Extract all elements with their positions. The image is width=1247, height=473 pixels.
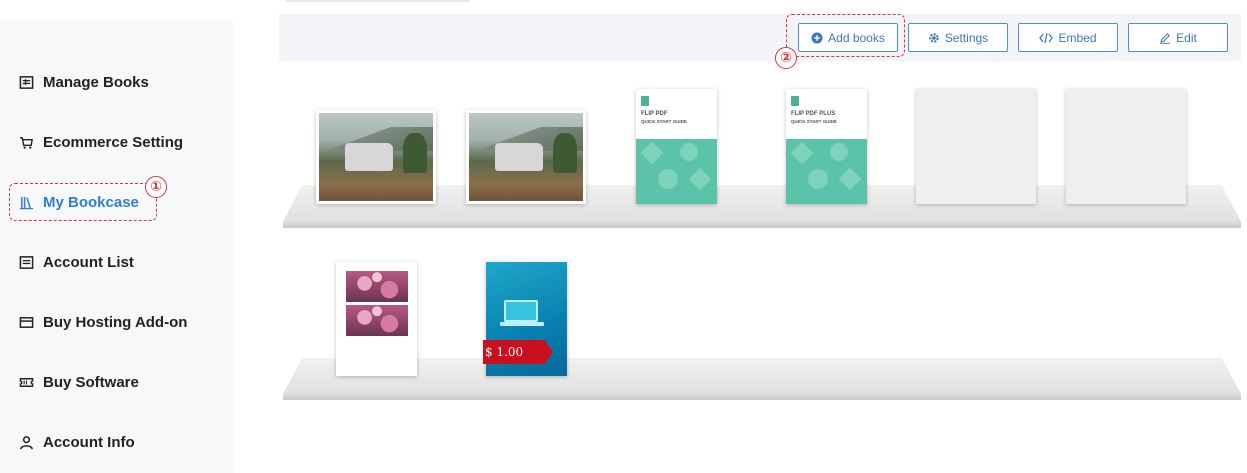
book-cover-pattern — [786, 139, 867, 204]
sidebar-top-bar — [0, 0, 233, 20]
laptop-icon — [504, 300, 538, 322]
book-flowers[interactable] — [336, 262, 417, 376]
plus-circle-icon — [811, 32, 823, 43]
pencil-icon — [1160, 32, 1171, 44]
flip-logo-icon — [791, 96, 799, 106]
cart-icon — [18, 134, 34, 150]
sidebar-item-label: Manage Books — [43, 73, 149, 91]
book-cover-image — [346, 305, 408, 336]
book-subtitle: QUICK START GUIDE — [641, 119, 687, 124]
settings-button[interactable]: Settings — [908, 23, 1008, 52]
book-toyota-1[interactable] — [316, 110, 436, 204]
book-cover-image — [346, 271, 408, 302]
sidebar-item-buy-hosting[interactable]: Buy Hosting Add-on — [18, 310, 187, 334]
sidebar-item-label: Account List — [43, 253, 134, 271]
sidebar-item-account-info[interactable]: Account Info — [18, 430, 135, 454]
sidebar-item-label: Account Info — [43, 433, 135, 451]
add-books-label: Add books — [828, 30, 885, 45]
shelf-1-edge — [283, 222, 1241, 228]
flip-logo-icon — [641, 96, 649, 106]
hosting-icon — [18, 314, 34, 330]
account-list-icon — [18, 254, 34, 270]
sidebar-item-ecommerce-setting[interactable]: Ecommerce Setting — [18, 130, 183, 154]
book-title: FLIP PDF — [641, 111, 668, 117]
shelf-2-edge — [283, 394, 1241, 400]
manage-books-icon — [18, 74, 34, 90]
top-divider — [286, 0, 469, 2]
sidebar: Manage Books Ecommerce Setting My Bookca… — [0, 0, 233, 473]
book-blank-2[interactable] — [1066, 89, 1186, 204]
software-icon — [18, 374, 34, 390]
add-books-button[interactable]: Add books — [798, 23, 898, 52]
settings-label: Settings — [944, 30, 989, 45]
book-title: FLIP PDF PLUS — [791, 111, 836, 117]
callout-box-my-bookcase — [9, 183, 157, 221]
book-cover-image — [469, 113, 583, 201]
code-icon — [1039, 32, 1054, 43]
edit-button[interactable]: Edit — [1128, 23, 1228, 52]
callout-number-1: ① — [145, 176, 167, 198]
gear-icon — [929, 32, 939, 43]
book-flip-pdf-plus[interactable]: FLIP PDF PLUS QUICK START GUIDE — [786, 89, 867, 204]
price-tag: $ 1.00 — [483, 340, 553, 364]
shelf-2 — [283, 358, 1241, 394]
sidebar-item-manage-books[interactable]: Manage Books — [18, 70, 149, 94]
sidebar-item-buy-software[interactable]: Buy Software — [18, 370, 139, 394]
sidebar-item-label: Buy Software — [43, 373, 139, 391]
embed-button[interactable]: Embed — [1018, 23, 1118, 52]
book-blank-1[interactable] — [916, 89, 1036, 204]
embed-label: Embed — [1058, 30, 1097, 45]
book-cover-pattern — [636, 139, 717, 204]
sidebar-item-label: Ecommerce Setting — [43, 133, 184, 151]
book-toyota-2[interactable] — [466, 110, 586, 204]
callout-number-2: ② — [775, 47, 797, 69]
book-flip-pdf[interactable]: FLIP PDF QUICK START GUIDE — [636, 89, 717, 204]
sidebar-item-label: Buy Hosting Add-on — [43, 313, 188, 331]
book-cover-image — [319, 113, 433, 201]
edit-label: Edit — [1176, 30, 1197, 45]
book-subtitle: QUICK START GUIDE — [791, 119, 837, 124]
sidebar-item-account-list[interactable]: Account List — [18, 250, 134, 274]
user-icon — [18, 434, 34, 450]
